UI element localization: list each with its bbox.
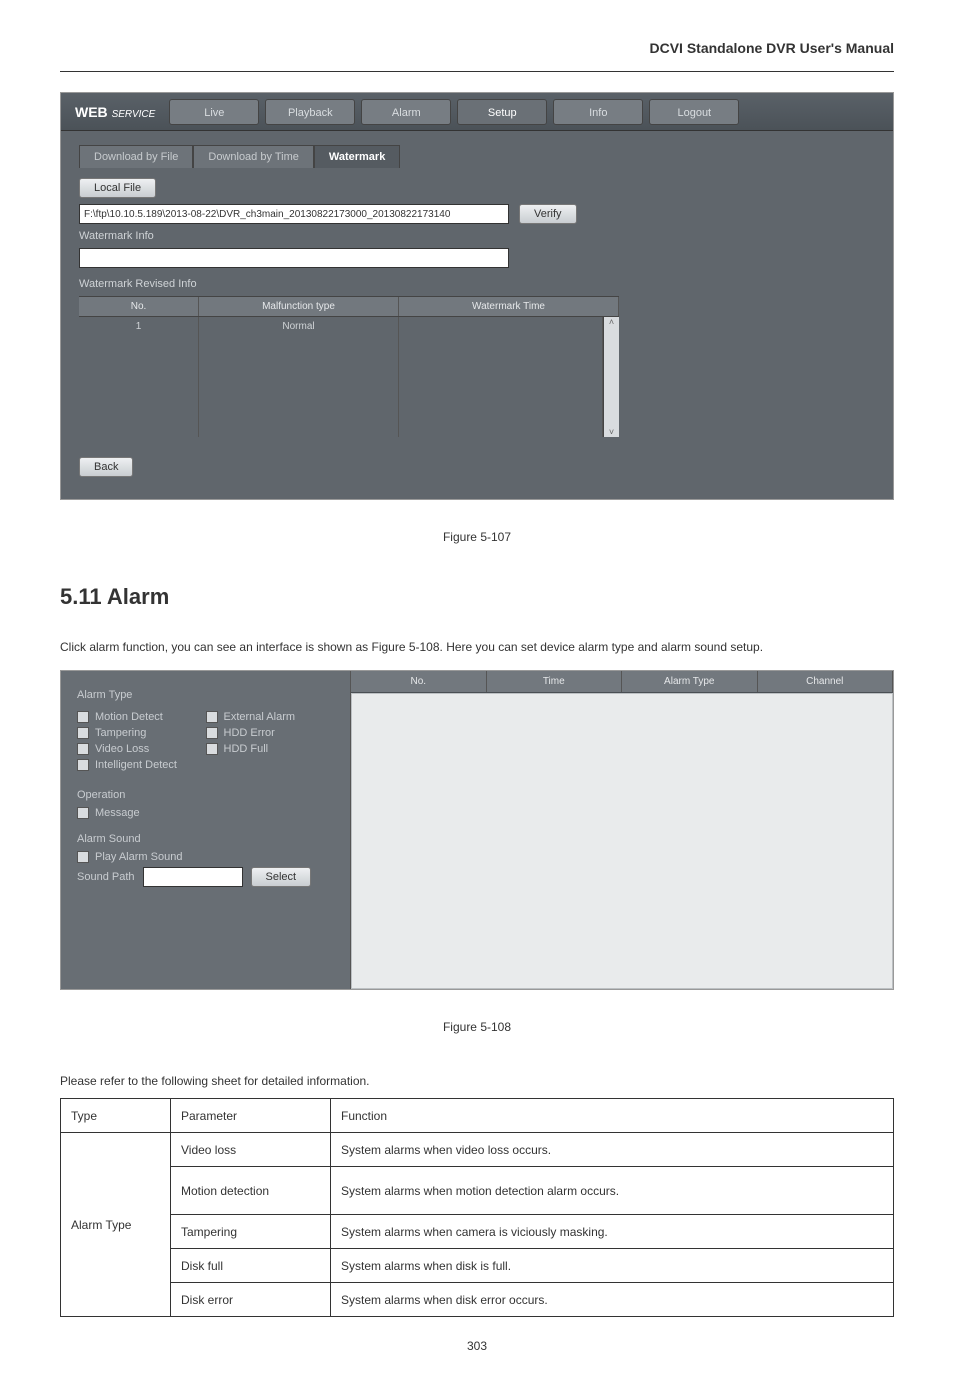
watermark-info-label: Watermark Info	[79, 230, 154, 242]
lbl-hdd-error: HDD Error	[224, 727, 275, 739]
logo-service: SERVICE	[112, 109, 156, 120]
rcol-time: Time	[487, 671, 623, 692]
param-intro: Please refer to the following sheet for …	[60, 1074, 894, 1088]
subtab-bar: Download by File Download by Time Waterm…	[79, 145, 875, 168]
back-button[interactable]: Back	[79, 457, 133, 477]
col-watermark-time: Watermark Time	[399, 297, 619, 316]
checkbox-hdd-full[interactable]	[206, 743, 218, 755]
lbl-external: External Alarm	[224, 711, 296, 723]
scrollbar[interactable]: ˄ ˅	[603, 317, 619, 437]
checkbox-tampering[interactable]	[77, 727, 89, 739]
verify-button[interactable]: Verify	[519, 204, 577, 224]
checkbox-intelligent[interactable]	[77, 759, 89, 771]
nav-live[interactable]: Live	[169, 99, 259, 125]
scroll-up-icon[interactable]: ˄	[609, 317, 614, 327]
figure-caption-1: Figure 5-107	[60, 530, 894, 544]
scroll-down-icon[interactable]: ˅	[609, 427, 614, 437]
lbl-tampering: Tampering	[95, 727, 146, 739]
lbl-intelligent: Intelligent Detect	[95, 759, 177, 771]
lbl-sound-path: Sound Path	[77, 871, 135, 883]
cell-wtime	[399, 317, 603, 437]
table-row: 1 Normal	[79, 317, 603, 437]
alarm-intro-paragraph: Click alarm function, you can see an int…	[60, 638, 894, 656]
lbl-message: Message	[95, 807, 140, 819]
cell-malf: Normal	[199, 317, 399, 437]
alarm-left-panel: Alarm Type Motion Detect Tampering Video…	[61, 671, 351, 989]
rcol-no: No.	[351, 671, 487, 692]
app-header: WEB SERVICE Live Playback Alarm Setup In…	[61, 93, 893, 131]
tab-watermark[interactable]: Watermark	[314, 145, 400, 168]
cell-param-3: Disk full	[171, 1249, 331, 1283]
checkbox-message[interactable]	[77, 807, 89, 819]
cell-no: 1	[79, 317, 199, 437]
app-logo: WEB SERVICE	[61, 104, 169, 120]
doc-title: DCVI Standalone DVR User's Manual	[60, 40, 894, 56]
cell-param-0: Video loss	[171, 1133, 331, 1167]
divider	[60, 71, 894, 72]
page-number: 303	[60, 1339, 894, 1353]
cell-param-4: Disk error	[171, 1283, 331, 1317]
file-path-input[interactable]	[79, 204, 509, 224]
cell-type-alarm: Alarm Type	[61, 1133, 171, 1317]
checkbox-motion[interactable]	[77, 711, 89, 723]
cell-param-1: Motion detection	[171, 1167, 331, 1215]
cell-func-0: System alarms when video loss occurs.	[331, 1133, 894, 1167]
rcol-alarm-type: Alarm Type	[622, 671, 758, 692]
cell-param-2: Tampering	[171, 1215, 331, 1249]
lbl-hdd-full: HDD Full	[224, 743, 269, 755]
screenshot-watermark: WEB SERVICE Live Playback Alarm Setup In…	[60, 92, 894, 500]
parameter-table: Type Parameter Function Alarm Type Video…	[60, 1098, 894, 1317]
checkbox-video-loss[interactable]	[77, 743, 89, 755]
group-alarm-type: Alarm Type	[77, 689, 334, 701]
local-file-button[interactable]: Local File	[79, 178, 156, 198]
checkbox-external[interactable]	[206, 711, 218, 723]
nav-setup[interactable]: Setup	[457, 99, 547, 125]
screenshot-alarm: Alarm Type Motion Detect Tampering Video…	[60, 670, 894, 990]
panel-body: Download by File Download by Time Waterm…	[61, 131, 893, 499]
th-function: Function	[331, 1099, 894, 1133]
nav-alarm[interactable]: Alarm	[361, 99, 451, 125]
lbl-motion: Motion Detect	[95, 711, 163, 723]
rcol-channel: Channel	[758, 671, 894, 692]
alarm-list-body	[351, 693, 893, 989]
tab-download-time[interactable]: Download by Time	[193, 145, 314, 168]
logo-web: WEB	[75, 104, 108, 120]
select-button[interactable]: Select	[251, 867, 312, 887]
alarm-right-panel: No. Time Alarm Type Channel	[351, 671, 893, 989]
group-alarm-sound: Alarm Sound	[77, 833, 334, 845]
th-parameter: Parameter	[171, 1099, 331, 1133]
cell-func-3: System alarms when disk is full.	[331, 1249, 894, 1283]
nav-logout[interactable]: Logout	[649, 99, 739, 125]
watermark-table: No. Malfunction type Watermark Time 1 No…	[79, 296, 619, 437]
figure-caption-2: Figure 5-108	[60, 1020, 894, 1034]
nav-playback[interactable]: Playback	[265, 99, 355, 125]
cell-func-2: System alarms when camera is viciously m…	[331, 1215, 894, 1249]
nav-bar: Live Playback Alarm Setup Info Logout	[169, 99, 745, 125]
col-no: No.	[79, 297, 199, 316]
group-operation: Operation	[77, 789, 334, 801]
cell-func-1: System alarms when motion detection alar…	[331, 1167, 894, 1215]
checkbox-play-sound[interactable]	[77, 851, 89, 863]
col-malfunction: Malfunction type	[199, 297, 399, 316]
cell-func-4: System alarms when disk error occurs.	[331, 1283, 894, 1317]
th-type: Type	[61, 1099, 171, 1133]
checkbox-hdd-error[interactable]	[206, 727, 218, 739]
tab-download-file[interactable]: Download by File	[79, 145, 193, 168]
sound-path-input[interactable]	[143, 867, 243, 887]
lbl-video-loss: Video Loss	[95, 743, 149, 755]
nav-info[interactable]: Info	[553, 99, 643, 125]
section-heading-alarm: 5.11 Alarm	[60, 584, 894, 610]
watermark-info-input[interactable]	[79, 248, 509, 268]
watermark-revised-label: Watermark Revised Info	[79, 278, 197, 290]
lbl-play-sound: Play Alarm Sound	[95, 851, 182, 863]
